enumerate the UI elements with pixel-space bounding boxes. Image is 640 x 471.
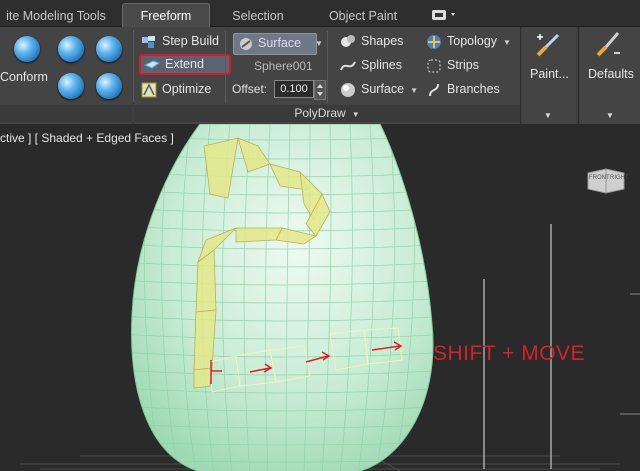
viewcube-front-label: FRONT bbox=[589, 175, 610, 181]
defaults-brush-icon[interactable] bbox=[594, 29, 624, 62]
chevron-down-icon[interactable]: ▼ bbox=[606, 111, 614, 120]
tab-graphite-modeling-tools[interactable]: ite Modeling Tools bbox=[0, 6, 112, 26]
viewcube-right-label: RIGHT bbox=[610, 175, 629, 181]
surface-dropdown-arrow-icon[interactable]: ▼ bbox=[315, 39, 323, 48]
branches-icon bbox=[426, 82, 442, 98]
separator bbox=[327, 31, 328, 103]
step-build-label: Step Build bbox=[162, 34, 219, 48]
paint-panel: Paint... ▼ bbox=[522, 27, 576, 124]
topology-icon bbox=[426, 34, 442, 50]
paint-brush-icon[interactable] bbox=[534, 29, 564, 62]
surface-icon bbox=[239, 37, 253, 54]
viewport-scene bbox=[20, 124, 640, 471]
optimize-icon bbox=[141, 82, 157, 98]
chevron-down-icon[interactable]: ▼ bbox=[544, 111, 552, 120]
branches-button[interactable]: Branches bbox=[426, 79, 500, 100]
surface-pick-label: Surface bbox=[258, 36, 302, 50]
strips-label: Strips bbox=[447, 58, 479, 72]
surface-pick-button[interactable]: Surface bbox=[233, 33, 317, 55]
chevron-down-icon: ▼ bbox=[503, 38, 511, 47]
offset-spinner[interactable] bbox=[314, 80, 326, 100]
optimize-label: Optimize bbox=[162, 82, 212, 96]
tab-freeform[interactable]: Freeform bbox=[122, 3, 210, 28]
splines-label: Splines bbox=[361, 58, 402, 72]
polydraw-group-label: PolyDraw bbox=[294, 106, 346, 120]
extend-icon bbox=[143, 57, 161, 73]
surface-dropdown-button[interactable]: Surface ▼ bbox=[340, 79, 418, 100]
shapes-button[interactable]: Shapes bbox=[340, 31, 403, 52]
conform-button[interactable]: Conform bbox=[0, 67, 48, 88]
panel-toggle-icon[interactable] bbox=[430, 7, 458, 23]
separator bbox=[520, 27, 521, 124]
scale-brush-icon[interactable] bbox=[58, 73, 84, 99]
defaults-panel: Defaults ▼ bbox=[580, 27, 640, 124]
splines-icon bbox=[340, 58, 356, 74]
step-build-button[interactable]: Step Build bbox=[141, 31, 219, 52]
strips-button[interactable]: Strips bbox=[426, 55, 479, 76]
surface-dropdown-label: Surface bbox=[361, 82, 405, 96]
tab-selection[interactable]: Selection bbox=[218, 6, 298, 26]
conform-brush-icon[interactable] bbox=[14, 36, 40, 62]
viewport[interactable]: ctive ] [ Shaded + Edged Faces ] SHIFT +… bbox=[0, 124, 640, 471]
extend-button[interactable]: Extend bbox=[139, 54, 231, 75]
topology-label: Topology bbox=[447, 34, 498, 48]
gizmo-lines bbox=[620, 293, 640, 415]
conform-group-bar bbox=[0, 105, 132, 122]
surface-sphere-icon bbox=[340, 82, 356, 98]
strips-icon bbox=[426, 58, 442, 74]
viewcube[interactable]: FRONT RIGHT bbox=[586, 165, 629, 195]
separator bbox=[578, 27, 579, 124]
paint-button[interactable]: Paint... bbox=[530, 64, 569, 85]
shapes-icon bbox=[340, 34, 356, 50]
surface-object-name: Sphere001 bbox=[254, 59, 313, 73]
step-build-icon bbox=[141, 34, 157, 50]
shift-move-annotation: SHIFT + MOVE bbox=[433, 342, 586, 365]
extend-label: Extend bbox=[165, 57, 204, 71]
offset-input[interactable]: 0.100 bbox=[274, 80, 314, 98]
chevron-down-icon: ▼ bbox=[351, 110, 360, 119]
topology-button[interactable]: Topology ▼ bbox=[426, 31, 511, 52]
tab-bar: ite Modeling Tools Freeform Selection Ob… bbox=[0, 0, 640, 28]
separator bbox=[225, 31, 226, 103]
branches-label: Branches bbox=[447, 82, 500, 96]
tab-object-paint[interactable]: Object Paint bbox=[310, 6, 416, 26]
defaults-button[interactable]: Defaults bbox=[588, 64, 634, 85]
shapes-label: Shapes bbox=[361, 34, 404, 48]
pinch-brush-icon[interactable] bbox=[96, 73, 122, 99]
polydraw-group-bar[interactable]: PolyDraw ▼ bbox=[134, 105, 520, 122]
move-brush-icon[interactable] bbox=[58, 36, 84, 62]
chevron-down-icon: ▼ bbox=[410, 86, 419, 95]
optimize-button[interactable]: Optimize bbox=[141, 79, 211, 100]
splines-button[interactable]: Splines bbox=[340, 55, 402, 76]
offset-label: Offset: bbox=[232, 82, 268, 96]
ribbon: ite Modeling Tools Freeform Selection Ob… bbox=[0, 0, 640, 124]
rotate-brush-icon[interactable] bbox=[96, 36, 122, 62]
